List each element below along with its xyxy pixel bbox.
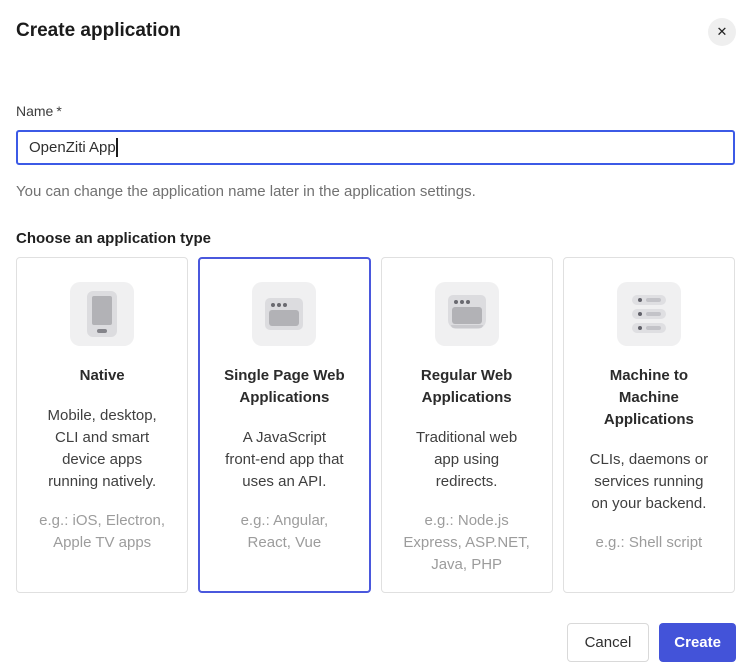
cancel-button[interactable]: Cancel bbox=[567, 623, 650, 662]
app-type-card-m2m[interactable]: Machine to Machine Applications CLIs, da… bbox=[563, 257, 735, 593]
card-example: e.g.: Angular, React, Vue bbox=[217, 510, 351, 554]
required-marker: * bbox=[56, 103, 61, 119]
name-form-section: Name* You can change the application nam… bbox=[16, 103, 735, 200]
card-title: Regular Web Applications bbox=[400, 365, 534, 409]
server-stack-icon bbox=[617, 282, 681, 346]
close-icon: ✕ bbox=[717, 24, 728, 40]
card-example: e.g.: Shell script bbox=[582, 532, 716, 554]
browser-window-icon bbox=[252, 282, 316, 346]
card-example: e.g.: Node.js Express, ASP.NET, Java, PH… bbox=[400, 510, 534, 576]
app-type-card-spa[interactable]: Single Page Web Applications A JavaScrip… bbox=[198, 257, 370, 593]
create-application-dialog: Create application ✕ Name* You can chang… bbox=[0, 0, 749, 670]
card-description: A JavaScript front-end app that uses an … bbox=[217, 427, 351, 493]
card-title: Machine to Machine Applications bbox=[582, 365, 716, 431]
card-description: Mobile, desktop, CLI and smart device ap… bbox=[35, 405, 169, 493]
name-helper-text: You can change the application name late… bbox=[16, 183, 735, 200]
app-type-cards: Native Mobile, desktop, CLI and smart de… bbox=[16, 257, 735, 593]
card-example: e.g.: iOS, Electron, Apple TV apps bbox=[35, 510, 169, 554]
create-button[interactable]: Create bbox=[659, 623, 736, 662]
name-input[interactable] bbox=[16, 130, 735, 165]
card-title: Single Page Web Applications bbox=[217, 365, 351, 409]
card-description: CLIs, daemons or services running on you… bbox=[582, 449, 716, 515]
choose-type-heading: Choose an application type bbox=[16, 231, 735, 246]
app-type-card-regular-web[interactable]: Regular Web Applications Traditional web… bbox=[381, 257, 553, 593]
dialog-footer: Cancel Create bbox=[16, 623, 736, 662]
close-button[interactable]: ✕ bbox=[708, 18, 736, 46]
name-label: Name* bbox=[16, 103, 735, 119]
name-input-wrapper bbox=[16, 130, 735, 165]
card-title: Native bbox=[35, 365, 169, 387]
mobile-phone-icon bbox=[70, 282, 134, 346]
card-description: Traditional web app using redirects. bbox=[400, 427, 534, 493]
page-title: Create application bbox=[16, 18, 181, 44]
text-cursor bbox=[116, 138, 118, 157]
name-label-text: Name bbox=[16, 103, 53, 119]
app-type-card-native[interactable]: Native Mobile, desktop, CLI and smart de… bbox=[16, 257, 188, 593]
dialog-header: Create application ✕ bbox=[0, 0, 749, 46]
web-page-icon bbox=[435, 282, 499, 346]
